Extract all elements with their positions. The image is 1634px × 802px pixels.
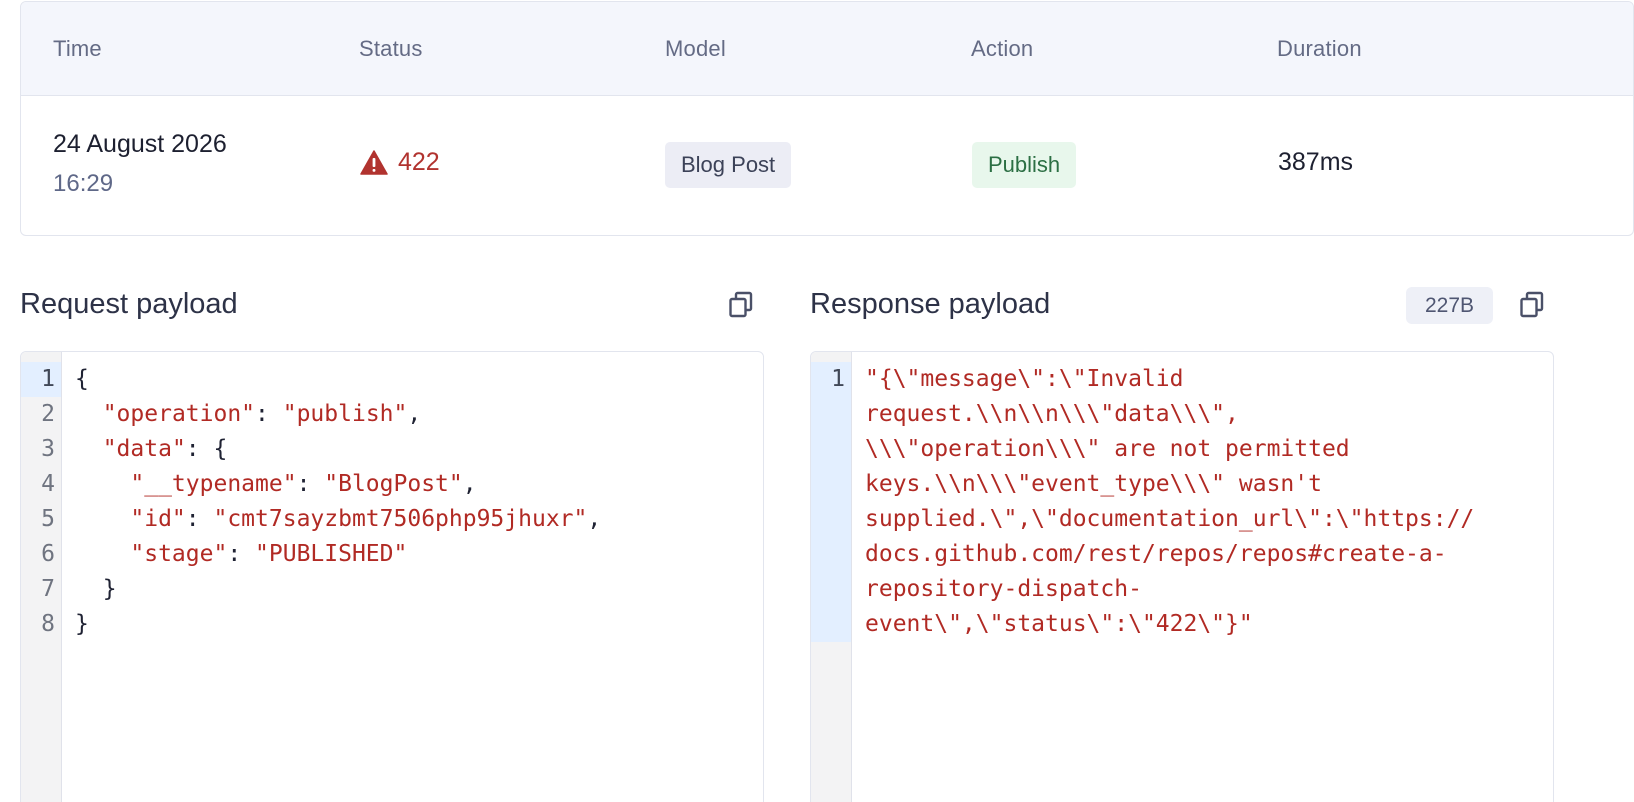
request-payload-title: Request payload bbox=[20, 288, 238, 320]
code-line: supplied.\",\"documentation_url\":\"http… bbox=[865, 506, 1475, 532]
status-code: 422 bbox=[398, 148, 440, 176]
log-time: 16:29 bbox=[53, 170, 114, 197]
line-number: 8 bbox=[41, 611, 55, 637]
line-number-gutter: 1 2 3 4 5 6 7 8 bbox=[21, 352, 62, 802]
response-code-editor[interactable]: 1 "{\"message\":\"Invalid request.\\n\\n… bbox=[810, 351, 1554, 802]
webhook-log-table: Time Status Model Action Duration 24 Aug… bbox=[20, 1, 1634, 236]
code-line: keys.\\n\\\"event_type\\\" wasn't bbox=[865, 471, 1322, 497]
line-number: 2 bbox=[41, 401, 55, 427]
line-number: 1 bbox=[21, 362, 61, 397]
code-line: \\\"operation\\\" are not permitted bbox=[865, 436, 1350, 462]
request-code-editor[interactable]: 1 2 3 4 5 6 7 8 { "operation": "publish"… bbox=[20, 351, 764, 802]
response-code: "{\"message\":\"Invalid request.\\n\\n\\… bbox=[865, 362, 1474, 642]
code-line: repository-dispatch- bbox=[865, 576, 1142, 602]
code-line: } bbox=[75, 611, 89, 637]
log-date: 24 August 2026 bbox=[53, 130, 227, 158]
line-number: 1 bbox=[831, 366, 845, 392]
code-line: event\",\"status\":\"422\"}" bbox=[865, 611, 1253, 637]
code-line: "__typename": "BlogPost", bbox=[130, 471, 477, 497]
code-line: { bbox=[75, 366, 89, 392]
request-code: { "operation": "publish", "data": { "__t… bbox=[75, 362, 601, 642]
status-cell: 422 bbox=[360, 148, 440, 177]
code-line: "stage": "PUBLISHED" bbox=[130, 541, 408, 567]
code-line: "{\"message\":\"Invalid bbox=[865, 366, 1184, 392]
warning-triangle-icon bbox=[360, 150, 388, 175]
response-payload-title: Response payload bbox=[810, 288, 1051, 320]
line-number: 3 bbox=[41, 436, 55, 462]
code-line: "id": "cmt7sayzbmt7506php95jhuxr", bbox=[130, 506, 602, 532]
table-header: Time Status Model Action Duration bbox=[21, 2, 1633, 96]
action-badge: Publish bbox=[972, 142, 1077, 188]
line-number: 6 bbox=[41, 541, 55, 567]
active-line-highlight bbox=[811, 362, 851, 642]
line-number: 5 bbox=[41, 506, 55, 532]
copy-icon bbox=[1520, 291, 1544, 318]
column-header-status: Status bbox=[359, 36, 423, 61]
column-header-duration: Duration bbox=[1277, 36, 1362, 61]
duration-value: 387ms bbox=[1278, 148, 1354, 176]
line-number-gutter: 1 bbox=[811, 352, 852, 802]
copy-response-button[interactable] bbox=[1519, 291, 1545, 319]
response-size-badge: 227B bbox=[1406, 287, 1493, 324]
code-line: request.\\n\\n\\\"data\\\", bbox=[865, 401, 1239, 427]
table-row[interactable]: 24 August 2026 16:29 422 Blog Post Publi… bbox=[21, 96, 1633, 235]
model-badge: Blog Post bbox=[665, 142, 792, 188]
copy-icon bbox=[729, 291, 753, 318]
code-line: "operation": "publish", bbox=[102, 401, 422, 427]
code-line: } bbox=[102, 576, 117, 602]
column-header-action: Action bbox=[971, 36, 1034, 61]
line-number: 4 bbox=[41, 471, 55, 497]
copy-request-button[interactable] bbox=[728, 291, 754, 319]
code-line: "data": { bbox=[102, 436, 228, 462]
column-header-time: Time bbox=[53, 36, 102, 61]
line-number: 7 bbox=[41, 576, 55, 602]
column-header-model: Model bbox=[665, 36, 726, 61]
code-line: docs.github.com/rest/repos/repos#create-… bbox=[865, 541, 1447, 567]
